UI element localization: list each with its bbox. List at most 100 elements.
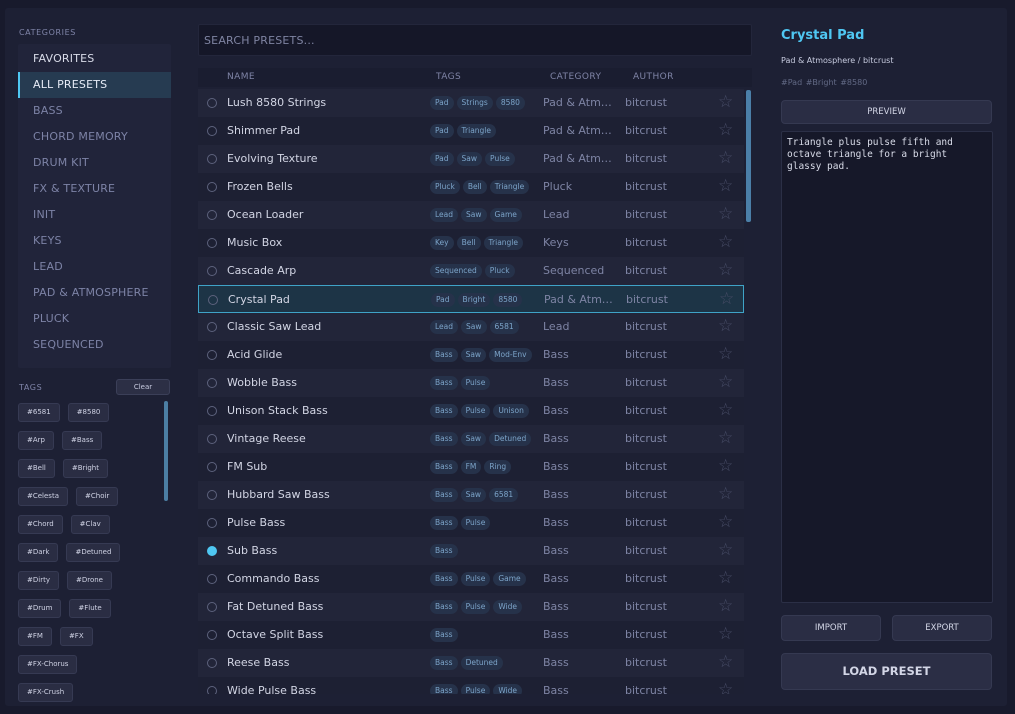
star-icon[interactable]: ☆ (719, 289, 734, 309)
column-header-author[interactable]: AUTHOR (633, 72, 674, 82)
radio-icon[interactable] (207, 182, 217, 192)
radio-icon[interactable] (207, 686, 217, 694)
radio-icon[interactable] (208, 295, 218, 305)
radio-icon[interactable] (207, 602, 217, 612)
radio-icon[interactable] (207, 630, 217, 640)
tag-filter-button[interactable]: #FX (59, 626, 93, 646)
category-item-pluck[interactable]: PLUCK (18, 306, 171, 332)
radio-icon[interactable] (207, 350, 217, 360)
star-icon[interactable]: ☆ (718, 92, 733, 112)
category-item-keys[interactable]: KEYS (18, 228, 171, 254)
table-row[interactable]: Vintage Reese Bass Saw Detuned Bass bitcrust ☆ (198, 425, 744, 453)
star-icon[interactable]: ☆ (718, 596, 733, 616)
radio-icon[interactable] (207, 322, 217, 332)
star-icon[interactable]: ☆ (718, 484, 733, 504)
column-header-name[interactable]: NAME (227, 72, 255, 82)
preview-button[interactable]: PREVIEW (781, 100, 992, 124)
tag-filter-button[interactable]: #Chord (18, 514, 63, 534)
tag-filter-button[interactable]: #Choir (76, 486, 119, 506)
table-row[interactable]: Cascade Arp Sequenced Pluck Sequenced bitcru… (198, 257, 744, 285)
table-row[interactable]: Classic Saw Lead Lead Saw 6581 Lead bitcrust ☆ (198, 313, 744, 341)
star-icon[interactable]: ☆ (718, 652, 733, 672)
tag-filter-button[interactable]: #Bright (62, 458, 108, 478)
radio-icon[interactable] (207, 490, 217, 500)
radio-icon[interactable] (207, 658, 217, 668)
star-icon[interactable]: ☆ (718, 680, 733, 694)
tag-filter-button[interactable]: #Clav (70, 514, 110, 534)
tag-filter-button[interactable]: #Arp (18, 430, 54, 450)
table-row[interactable]: Unison Stack Bass Bass Pulse Unison Bass bitc… (198, 397, 744, 425)
export-button[interactable]: EXPORT (892, 615, 992, 641)
tag-filter-button[interactable]: #Celesta (18, 486, 68, 506)
category-item-chord-memory[interactable]: CHORD MEMORY (18, 124, 171, 150)
table-row[interactable]: Fat Detuned Bass Bass Pulse Wide Bass bitcrus… (198, 593, 744, 621)
radio-icon[interactable] (207, 126, 217, 136)
table-row[interactable]: Sub Bass Bass Bass bitcrust ☆ (198, 537, 744, 565)
star-icon[interactable]: ☆ (718, 204, 733, 224)
preset-description[interactable]: Triangle plus pulse fifth and octave tri… (781, 131, 993, 603)
clear-tags-button[interactable]: Clear (116, 379, 170, 395)
load-preset-button[interactable]: LOAD PRESET (781, 653, 992, 690)
table-row[interactable]: Evolving Texture Pad Saw Pulse Pad & Atm… bit… (198, 145, 744, 173)
import-button[interactable]: IMPORT (781, 615, 881, 641)
tag-filter-button[interactable]: #8580 (67, 402, 110, 422)
tag-filter-button[interactable]: #FX-Crush (18, 682, 74, 702)
category-item-all-presets[interactable]: ALL PRESETS (18, 72, 171, 98)
table-row[interactable]: Frozen Bells Pluck Bell Triangle Pluck bitcru… (198, 173, 744, 201)
star-icon[interactable]: ☆ (718, 148, 733, 168)
category-item-fx-texture[interactable]: FX & TEXTURE (18, 176, 171, 202)
radio-icon[interactable] (207, 574, 217, 584)
tag-filter-button[interactable]: #Dark (18, 542, 59, 562)
table-row[interactable]: Commando Bass Bass Pulse Game Bass bitcrust ☆ (198, 565, 744, 593)
category-item-sequenced[interactable]: SEQUENCED (18, 332, 171, 358)
table-row[interactable]: Wide Pulse Bass Bass Pulse Wide Bass bitcrust… (198, 677, 744, 694)
table-row[interactable]: Hubbard Saw Bass Bass Saw 6581 Bass bitcrust ☆ (198, 481, 744, 509)
star-icon[interactable]: ☆ (718, 400, 733, 420)
tag-filter-button[interactable]: #FX-Chorus (18, 654, 78, 674)
star-icon[interactable]: ☆ (718, 512, 733, 532)
radio-icon[interactable] (207, 98, 217, 108)
radio-icon[interactable] (207, 266, 217, 276)
table-row[interactable]: Wobble Bass Bass Pulse Bass bitcrust ☆ (198, 369, 744, 397)
radio-icon[interactable] (207, 434, 217, 444)
star-icon[interactable]: ☆ (718, 456, 733, 476)
star-icon[interactable]: ☆ (718, 540, 733, 560)
tag-filter-button[interactable]: #6581 (18, 402, 60, 422)
radio-icon[interactable] (207, 378, 217, 388)
table-scrollbar[interactable] (746, 90, 751, 222)
radio-icon[interactable] (207, 238, 217, 248)
star-icon[interactable]: ☆ (718, 120, 733, 140)
star-icon[interactable]: ☆ (718, 624, 733, 644)
table-row[interactable]: Music Box Key Bell Triangle Keys bitcrust ☆ (198, 229, 744, 257)
search-input[interactable] (198, 24, 752, 56)
tag-filter-button[interactable]: #Bass (61, 430, 103, 450)
category-item-pad-atmosphere[interactable]: PAD & ATMOSPHERE (18, 280, 171, 306)
category-item-lead[interactable]: LEAD (18, 254, 171, 280)
column-header-category[interactable]: CATEGORY (550, 72, 601, 82)
star-icon[interactable]: ☆ (718, 260, 733, 280)
table-row[interactable]: Crystal Pad Pad Bright 8580 Pad & Atm… bitcru… (198, 285, 744, 313)
table-row[interactable]: Octave Split Bass Bass Bass bitcrust ☆ (198, 621, 744, 649)
table-row[interactable]: Acid Glide Bass Saw Mod-Env Bass bitcrust ☆ (198, 341, 744, 369)
tag-filter-button[interactable]: #FM (18, 626, 52, 646)
radio-icon[interactable] (207, 518, 217, 528)
star-icon[interactable]: ☆ (718, 316, 733, 336)
star-icon[interactable]: ☆ (718, 372, 733, 392)
category-item-drum-kit[interactable]: DRUM KIT (18, 150, 171, 176)
radio-icon[interactable] (207, 154, 217, 164)
table-row[interactable]: Lush 8580 Strings Pad Strings 8580 Pad & Atm… (198, 89, 744, 117)
tag-filter-button[interactable]: #Flute (69, 598, 111, 618)
tags-scrollbar[interactable] (164, 401, 168, 501)
table-row[interactable]: Ocean Loader Lead Saw Game Lead bitcrust ☆ (198, 201, 744, 229)
tag-filter-button[interactable]: #Detuned (66, 542, 121, 562)
star-icon[interactable]: ☆ (718, 232, 733, 252)
radio-icon[interactable] (207, 210, 217, 220)
table-row[interactable]: Shimmer Pad Pad Triangle Pad & Atm… bitcrust… (198, 117, 744, 145)
column-header-tags[interactable]: TAGS (436, 72, 461, 82)
category-item-favorites[interactable]: FAVORITES (18, 46, 171, 72)
table-row[interactable]: Reese Bass Bass Detuned Bass bitcrust ☆ (198, 649, 744, 677)
star-icon[interactable]: ☆ (718, 344, 733, 364)
table-row[interactable]: Pulse Bass Bass Pulse Bass bitcrust ☆ (198, 509, 744, 537)
radio-icon[interactable] (207, 406, 217, 416)
tag-filter-button[interactable]: #Bell (18, 458, 55, 478)
